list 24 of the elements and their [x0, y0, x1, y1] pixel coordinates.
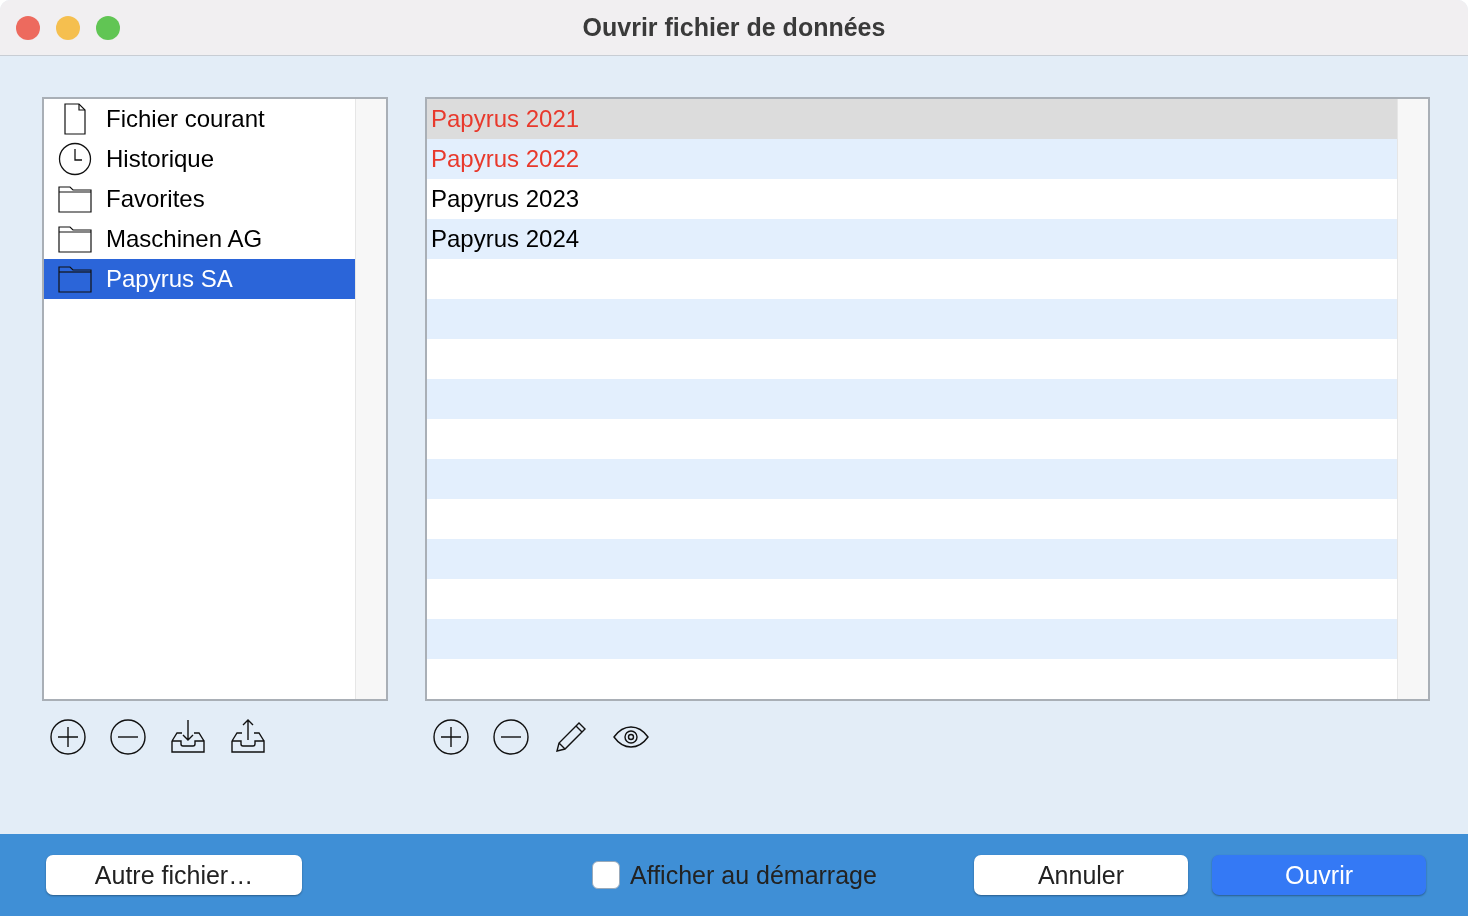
- folder-icon: [58, 225, 92, 253]
- window-title: Ouvrir fichier de données: [582, 13, 886, 42]
- folder-icon: [58, 185, 92, 213]
- file-item[interactable]: Papyrus 2024: [427, 219, 1397, 259]
- sidebar-item[interactable]: Historique: [44, 139, 355, 179]
- sidebar-item[interactable]: Maschinen AG: [44, 219, 355, 259]
- checkbox-label: Afficher au démarrage: [630, 860, 877, 890]
- folder-icon: [58, 265, 92, 293]
- clock-icon: [58, 142, 92, 176]
- open-button[interactable]: Ouvrir: [1212, 855, 1426, 895]
- tray-download-icon[interactable]: [170, 719, 206, 755]
- sidebar-item[interactable]: Papyrus SA: [44, 259, 355, 299]
- file-item[interactable]: Papyrus 2022: [427, 139, 1397, 179]
- remove-icon[interactable]: [493, 719, 529, 755]
- checkbox[interactable]: [592, 861, 620, 889]
- remove-icon[interactable]: [110, 719, 146, 755]
- sidebar-item[interactable]: Fichier courant: [44, 99, 355, 139]
- other-file-button[interactable]: Autre fichier…: [46, 855, 302, 895]
- add-icon[interactable]: [433, 719, 469, 755]
- sidebar-item[interactable]: Favorites: [44, 179, 355, 219]
- tray-upload-icon[interactable]: [230, 719, 266, 755]
- add-icon[interactable]: [50, 719, 86, 755]
- close-icon[interactable]: [16, 15, 40, 40]
- cancel-button[interactable]: Annuler: [974, 855, 1188, 895]
